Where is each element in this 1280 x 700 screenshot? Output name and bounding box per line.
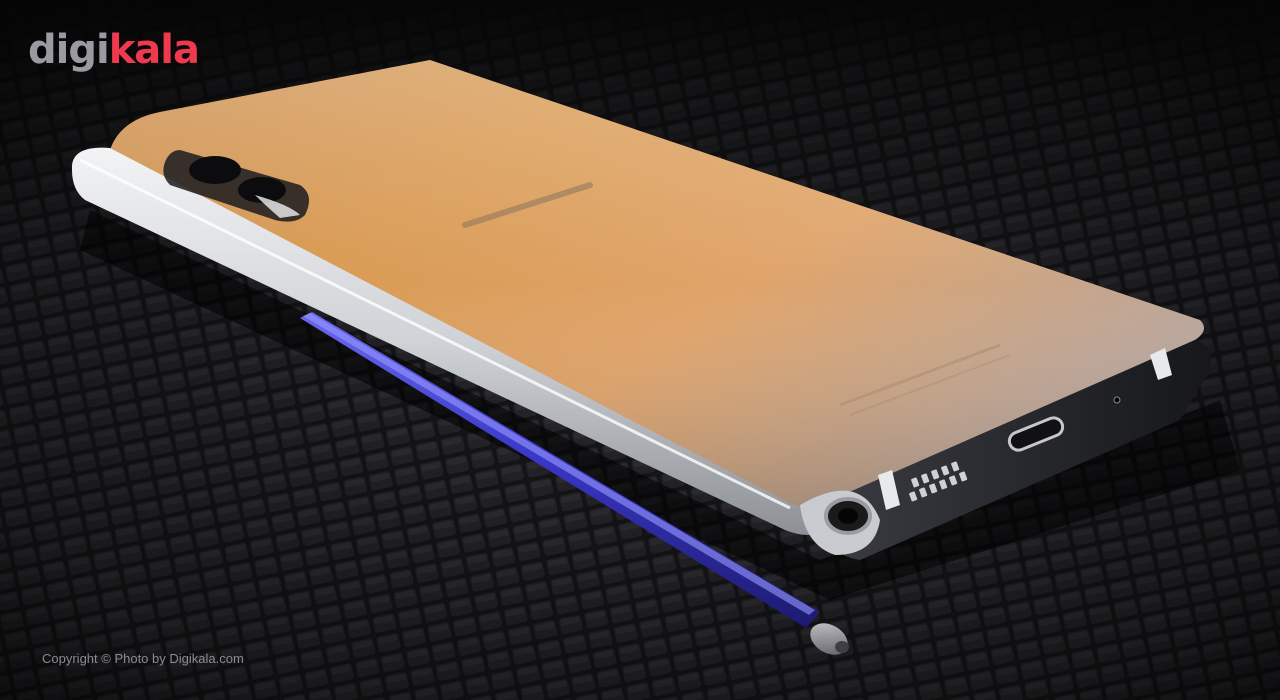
product-photo xyxy=(0,0,1280,700)
audio-jack-inner xyxy=(838,508,858,524)
photo-credit: Copyright © Photo by Digikala.com xyxy=(42,651,244,666)
stylus-tip-end xyxy=(835,641,849,653)
logo-part-digi: digi xyxy=(28,27,110,73)
microphone-hole xyxy=(1113,396,1121,404)
logo-part-kala: kala xyxy=(108,27,200,73)
digikala-logo: digikala xyxy=(28,27,200,73)
